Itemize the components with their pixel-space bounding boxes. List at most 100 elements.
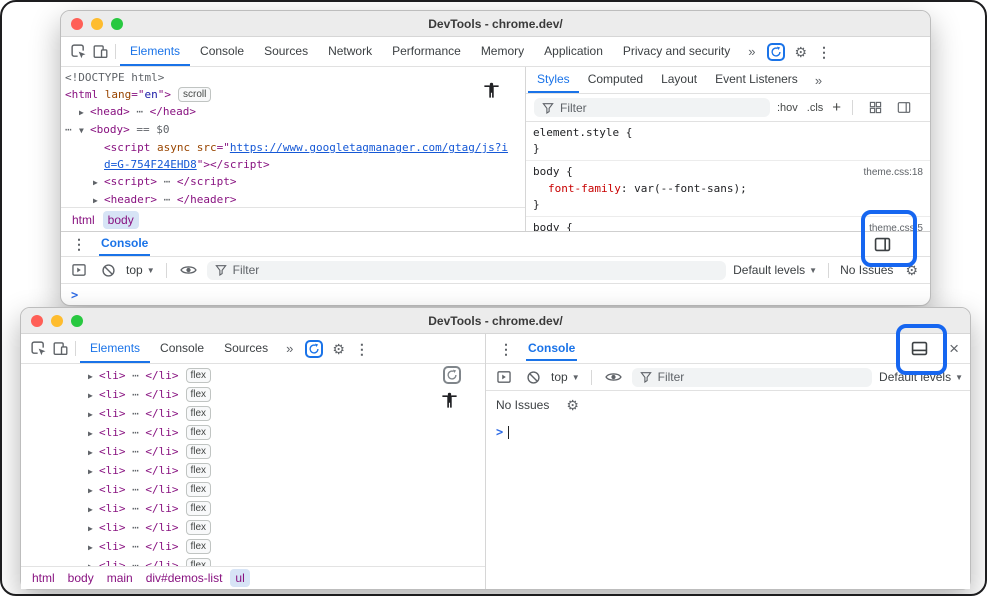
scroll-badge[interactable]: scroll (178, 87, 211, 102)
console-settings-gear-icon[interactable]: ⚙ (900, 263, 923, 277)
expander-icon[interactable]: ▶ (88, 406, 99, 424)
expander-icon[interactable]: ▶ (88, 520, 99, 538)
clear-console-icon[interactable] (522, 366, 544, 388)
dom-tree-row[interactable]: ▶<li> ⋯ </li>flex (21, 462, 485, 481)
expander-icon[interactable]: ▶ (88, 482, 99, 500)
flex-badge[interactable]: flex (186, 501, 212, 516)
styles-tab-event-listeners[interactable]: Event Listeners (706, 68, 807, 93)
three-dot-menu-icon[interactable]: ⋮ (812, 45, 836, 59)
dom-tree-row[interactable]: <html lang="en">scroll (61, 86, 525, 103)
expander-icon[interactable]: ▼ (79, 122, 90, 139)
dom-tree-row[interactable]: <script async src="https://www.googletag… (61, 139, 525, 156)
more-tabs-icon[interactable]: » (807, 73, 830, 88)
console-sidebar-icon[interactable] (68, 259, 90, 281)
tab-sources[interactable]: Sources (214, 334, 278, 363)
flex-badge[interactable]: flex (186, 406, 212, 421)
css-declaration[interactable]: font-family: var(--font-sans); (533, 181, 923, 197)
accessibility-icon[interactable] (482, 81, 501, 105)
expander-icon[interactable]: ▶ (79, 104, 90, 121)
log-levels-dropdown[interactable]: Default levels▼ (879, 370, 963, 384)
breadcrumb-html[interactable]: html (67, 211, 100, 229)
console-settings-gear-icon[interactable]: ⚙ (561, 398, 584, 412)
dom-tree-row[interactable]: ▶<head> ⋯ </head> (61, 103, 525, 121)
close-devtools-icon[interactable]: × (946, 340, 962, 357)
tab-memory[interactable]: Memory (471, 37, 534, 66)
styles-button-new-rule[interactable]: + (832, 100, 841, 115)
drawer-tab-console[interactable]: Console (99, 232, 150, 256)
tab-sources[interactable]: Sources (254, 37, 318, 66)
expander-icon[interactable]: ▶ (88, 425, 99, 443)
recorder-replay-icon[interactable] (305, 340, 323, 358)
styles-button-hov[interactable]: :hov (777, 102, 798, 114)
console-prompt[interactable]: > (496, 425, 503, 439)
tab-network[interactable]: Network (318, 37, 382, 66)
dom-tree-row[interactable]: d=G-754F24EHD8"></script> (61, 156, 525, 173)
tab-performance[interactable]: Performance (382, 37, 471, 66)
dom-tree-row[interactable]: ▶<li> ⋯ </li>flex (21, 519, 485, 538)
minimize-window-button[interactable] (91, 18, 103, 30)
breadcrumb-body[interactable]: body (103, 211, 139, 229)
grid-icon[interactable] (864, 97, 886, 119)
dom-tree-row[interactable]: ▶<li> ⋯ </li>flex (21, 557, 485, 566)
rule-source-link[interactable]: theme.css:18 (856, 165, 923, 181)
close-window-button[interactable] (31, 315, 43, 327)
flex-badge[interactable]: flex (186, 444, 212, 459)
rule-source-link[interactable]: theme.css:5 (861, 221, 923, 231)
three-dot-menu-icon[interactable]: ⋮ (350, 342, 374, 356)
tab-elements[interactable]: Elements (80, 334, 150, 363)
device-toolbar-icon[interactable] (49, 338, 71, 360)
recorder-replay-icon[interactable] (767, 43, 785, 61)
reload-badge-icon[interactable] (443, 366, 461, 384)
dom-tree-row[interactable]: ▶<li> ⋯ </li>flex (21, 367, 485, 386)
styles-tab-styles[interactable]: Styles (528, 68, 579, 93)
zoom-window-button[interactable] (71, 315, 83, 327)
close-window-button[interactable] (71, 18, 83, 30)
breadcrumb-html[interactable]: html (27, 569, 60, 587)
more-tabs-icon[interactable]: » (278, 341, 301, 356)
settings-gear-icon[interactable]: ⚙ (789, 45, 812, 59)
inspect-icon[interactable] (67, 41, 89, 63)
inspect-icon[interactable] (27, 338, 49, 360)
three-dot-menu-icon[interactable]: ⋮ (494, 342, 518, 356)
rule-selector[interactable]: body { (533, 164, 573, 180)
dock-to-right-icon[interactable] (871, 233, 893, 255)
flex-badge[interactable]: flex (186, 387, 212, 402)
console-sidebar-icon[interactable] (493, 366, 515, 388)
eye-icon[interactable] (603, 366, 625, 388)
dom-tree-row[interactable]: ▶<header> ⋯ </header> (61, 191, 525, 207)
tab-application[interactable]: Application (534, 37, 613, 66)
flex-badge[interactable]: flex (186, 482, 212, 497)
issues-counter[interactable]: No Issues (840, 263, 893, 277)
expander-icon[interactable]: ▶ (93, 174, 104, 191)
dom-tree-row[interactable]: ▶<script> ⋯ </script> (61, 173, 525, 191)
drawer-tab-console[interactable]: Console (526, 337, 577, 361)
expander-icon[interactable]: ▶ (88, 539, 99, 557)
more-tabs-icon[interactable]: » (740, 44, 763, 59)
styles-tab-computed[interactable]: Computed (579, 68, 652, 93)
styles-tab-layout[interactable]: Layout (652, 68, 706, 93)
breadcrumb-main[interactable]: main (102, 569, 138, 587)
breadcrumb-ul[interactable]: ul (230, 569, 249, 587)
rule-selector[interactable]: element.style { (533, 125, 632, 141)
dom-tree-row[interactable]: ▶<li> ⋯ </li>flex (21, 386, 485, 405)
dom-tree-row[interactable]: ▶<li> ⋯ </li>flex (21, 500, 485, 519)
flex-badge[interactable]: flex (186, 539, 212, 554)
expander-icon[interactable]: ▶ (88, 387, 99, 405)
eye-icon[interactable] (178, 259, 200, 281)
dom-tree-row[interactable]: ▶<li> ⋯ </li>flex (21, 481, 485, 500)
styles-button-cls[interactable]: .cls (807, 102, 824, 114)
issues-counter[interactable]: No Issues (496, 398, 549, 412)
clear-console-icon[interactable] (97, 259, 119, 281)
more-actions-icon[interactable]: ⋯ (65, 121, 79, 138)
expander-icon[interactable]: ▶ (88, 444, 99, 462)
breadcrumb-body[interactable]: body (63, 569, 99, 587)
dock-to-bottom-icon[interactable] (908, 338, 930, 360)
expander-icon[interactable]: ▶ (88, 558, 99, 566)
minimize-window-button[interactable] (51, 315, 63, 327)
titlebar[interactable]: DevTools - chrome.dev/ (61, 11, 930, 37)
console-filter-input[interactable] (658, 370, 864, 384)
expander-icon[interactable]: ▶ (88, 463, 99, 481)
tab-console[interactable]: Console (150, 334, 214, 363)
rule-selector[interactable]: body { (533, 220, 573, 231)
three-dot-menu-icon[interactable]: ⋮ (67, 237, 91, 251)
